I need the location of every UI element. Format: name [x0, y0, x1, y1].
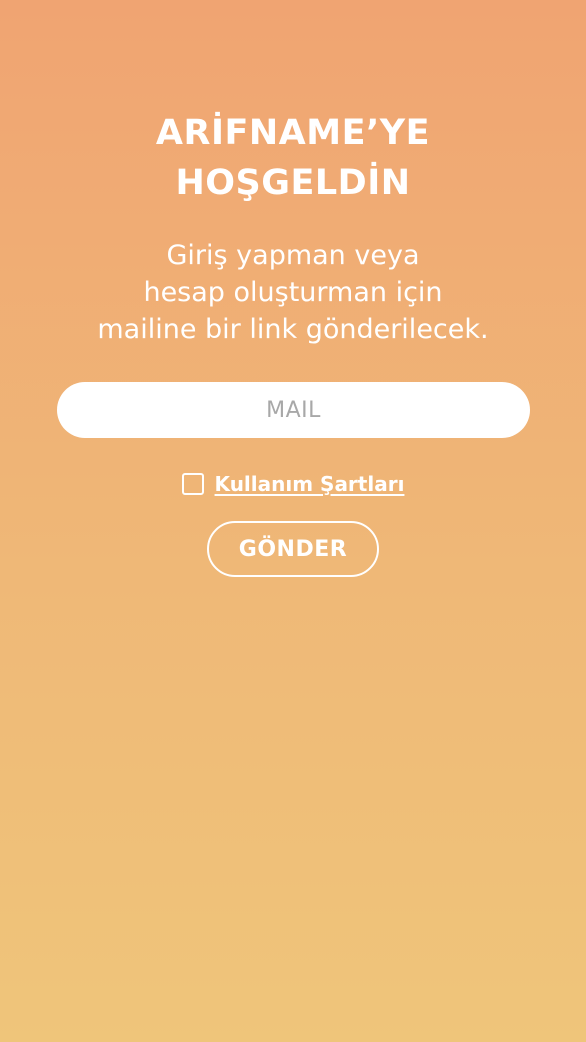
welcome-screen: ARİFNAME’YE HOŞGELDİN Giriş yapman veya …: [0, 0, 586, 1042]
terms-checkbox[interactable]: [181, 473, 204, 495]
title-line-1: ARİFNAME’YE: [155, 113, 431, 153]
terms-row: Kullanım Şartları: [0, 470, 586, 498]
terms-link[interactable]: Kullanım Şartları: [215, 472, 405, 496]
mail-input[interactable]: [57, 382, 530, 438]
intro-line-1: Giriş yapman veya: [166, 240, 420, 271]
page-title: ARİFNAME’YE HOŞGELDİN: [0, 108, 586, 208]
send-button[interactable]: GÖNDER: [207, 521, 379, 577]
title-line-2: HOŞGELDİN: [175, 163, 411, 203]
intro-text: Giriş yapman veya hesap oluşturman için …: [0, 237, 586, 348]
intro-line-2: hesap oluşturman için: [143, 277, 443, 308]
intro-line-3: mailine bir link gönderilecek.: [97, 314, 489, 345]
